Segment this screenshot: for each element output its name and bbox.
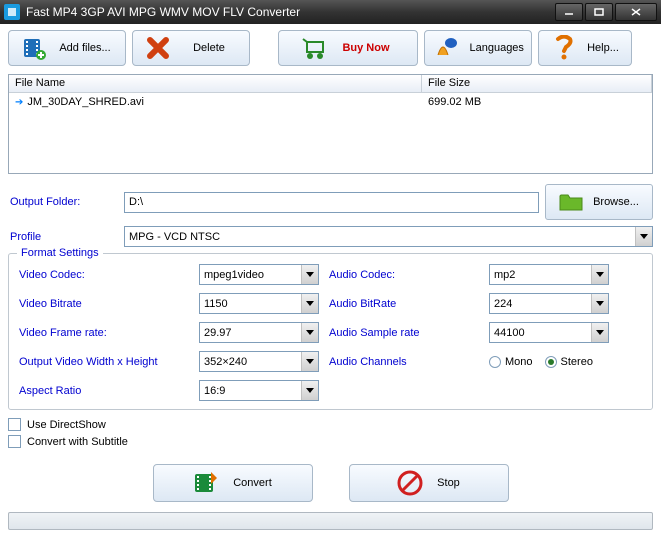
close-button[interactable] — [615, 3, 657, 21]
film-add-icon — [20, 34, 48, 62]
chevron-down-icon — [635, 227, 652, 246]
delete-button[interactable]: Delete — [132, 30, 250, 66]
video-size-label: Output Video Width x Height — [19, 356, 199, 368]
toolbar: Add files... Delete Buy Now Languages H — [8, 30, 653, 66]
progress-bar — [8, 512, 653, 530]
video-codec-label: Video Codec: — [19, 269, 199, 281]
app-icon — [4, 4, 20, 20]
audio-bitrate-label: Audio BitRate — [329, 298, 489, 310]
languages-label: Languages — [469, 42, 521, 54]
file-list[interactable]: File Name File Size ➔ JM_30DAY_SHRED.avi… — [8, 74, 653, 174]
video-framerate-label: Video Frame rate: — [19, 327, 199, 339]
audio-channels-label: Audio Channels — [329, 356, 489, 368]
chevron-down-icon — [591, 294, 608, 313]
buy-now-label: Buy Now — [337, 42, 395, 54]
col-filesize[interactable]: File Size — [422, 75, 652, 92]
browse-button[interactable]: Browse... — [545, 184, 653, 220]
audio-sample-label: Audio Sample rate — [329, 327, 489, 339]
audio-bitrate-select[interactable]: 224 — [489, 293, 609, 314]
titlebar: Fast MP4 3GP AVI MPG WMV MOV FLV Convert… — [0, 0, 661, 24]
col-filename[interactable]: File Name — [9, 75, 422, 92]
aspect-ratio-select[interactable]: 16:9 — [199, 380, 319, 401]
video-codec-select[interactable]: mpeg1video — [199, 264, 319, 285]
stop-icon — [397, 470, 423, 496]
buy-now-button[interactable]: Buy Now — [278, 30, 418, 66]
video-size-select[interactable]: 352×240 — [199, 351, 319, 372]
browse-label: Browse... — [593, 196, 639, 208]
chevron-down-icon — [301, 294, 318, 313]
add-files-button[interactable]: Add files... — [8, 30, 126, 66]
convert-button[interactable]: Convert — [153, 464, 313, 502]
audio-sample-select[interactable]: 44100 — [489, 322, 609, 343]
window-title: Fast MP4 3GP AVI MPG WMV MOV FLV Convert… — [26, 5, 555, 19]
convert-icon — [193, 470, 219, 496]
chevron-down-icon — [301, 381, 318, 400]
mono-radio[interactable]: Mono — [489, 356, 533, 368]
checkbox-icon — [8, 418, 21, 431]
use-directshow-checkbox[interactable]: Use DirectShow — [8, 418, 653, 431]
stereo-radio[interactable]: Stereo — [545, 356, 593, 368]
file-row[interactable]: ➔ JM_30DAY_SHRED.avi 699.02 MB — [9, 93, 652, 111]
arrow-icon: ➔ — [15, 97, 23, 108]
profile-value: MPG - VCD NTSC — [125, 231, 635, 243]
chevron-down-icon — [591, 265, 608, 284]
languages-button[interactable]: Languages — [424, 30, 532, 66]
cart-icon — [301, 34, 329, 62]
convert-subtitle-label: Convert with Subtitle — [27, 436, 128, 448]
delete-icon — [144, 34, 172, 62]
checkbox-icon — [8, 435, 21, 448]
chevron-down-icon — [301, 352, 318, 371]
audio-codec-select[interactable]: mp2 — [489, 264, 609, 285]
profile-select[interactable]: MPG - VCD NTSC — [124, 226, 653, 247]
help-label: Help... — [586, 42, 620, 54]
format-settings-group: Format Settings Video Codec: mpeg1video … — [8, 253, 653, 410]
file-size-cell: 699.02 MB — [422, 95, 652, 109]
convert-label: Convert — [233, 477, 272, 489]
format-legend: Format Settings — [17, 247, 103, 259]
video-framerate-select[interactable]: 29.97 — [199, 322, 319, 343]
file-list-header: File Name File Size — [9, 75, 652, 93]
delete-label: Delete — [180, 42, 238, 54]
folder-icon — [559, 192, 583, 212]
chevron-down-icon — [301, 323, 318, 342]
video-bitrate-select[interactable]: 1150 — [199, 293, 319, 314]
stop-button[interactable]: Stop — [349, 464, 509, 502]
add-files-label: Add files... — [56, 42, 114, 54]
profile-label: Profile — [8, 231, 118, 243]
file-name-cell: JM_30DAY_SHRED.avi — [27, 96, 144, 108]
maximize-button[interactable] — [585, 3, 613, 21]
audio-codec-label: Audio Codec: — [329, 269, 489, 281]
chevron-down-icon — [591, 323, 608, 342]
output-folder-input[interactable] — [124, 192, 539, 213]
use-directshow-label: Use DirectShow — [27, 419, 106, 431]
video-bitrate-label: Video Bitrate — [19, 298, 199, 310]
minimize-button[interactable] — [555, 3, 583, 21]
help-button[interactable]: Help... — [538, 30, 632, 66]
aspect-ratio-label: Aspect Ratio — [19, 385, 199, 397]
output-folder-label: Output Folder: — [8, 196, 118, 208]
chevron-down-icon — [301, 265, 318, 284]
stop-label: Stop — [437, 477, 460, 489]
languages-icon — [435, 34, 461, 62]
help-icon — [550, 34, 578, 62]
convert-subtitle-checkbox[interactable]: Convert with Subtitle — [8, 435, 653, 448]
